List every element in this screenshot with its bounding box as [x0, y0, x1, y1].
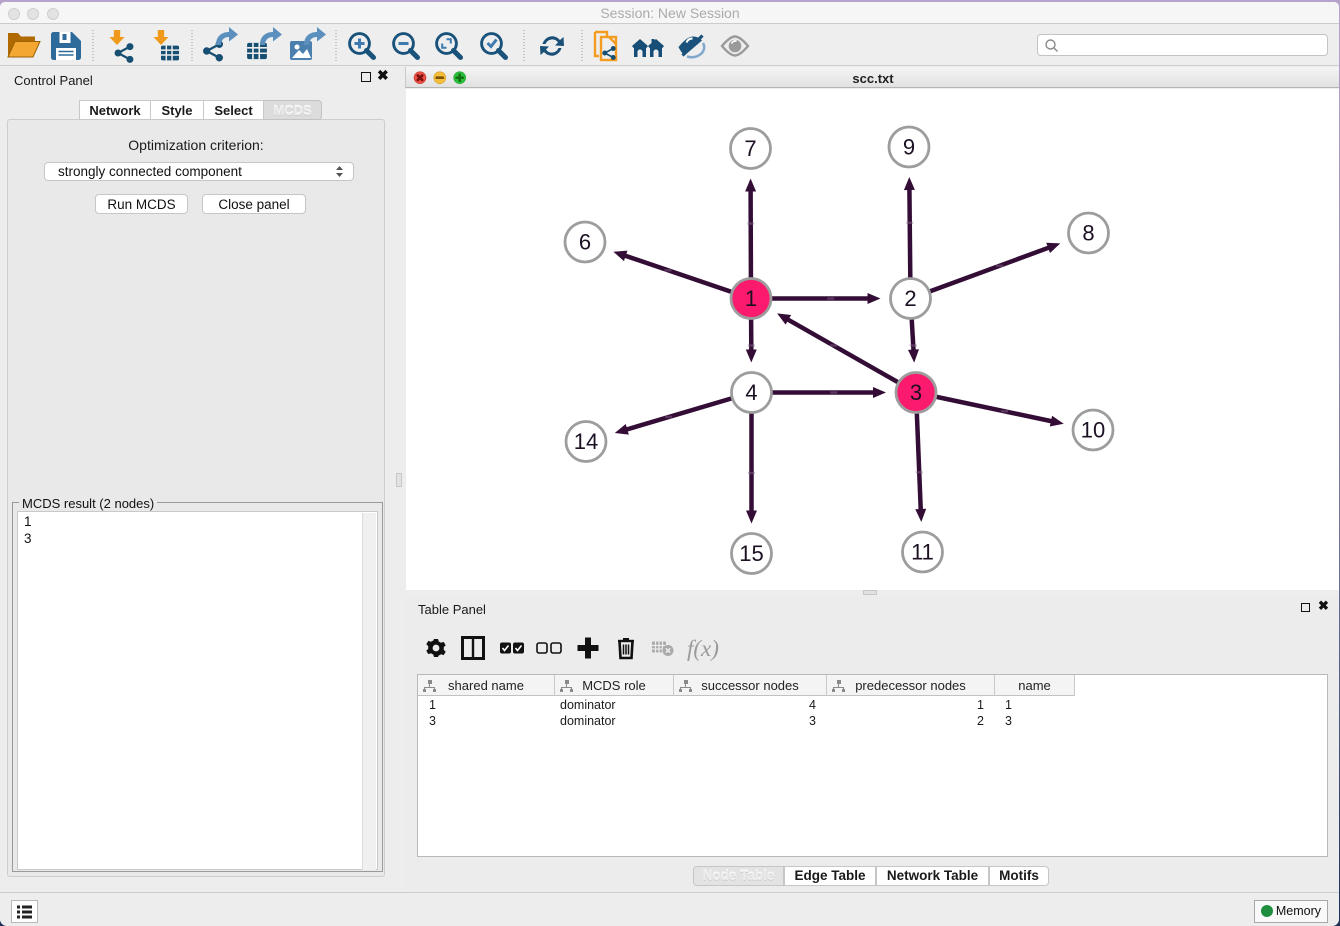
svg-text:2: 2 [904, 286, 916, 311]
svg-text:6: 6 [579, 230, 591, 255]
svg-text:4: 4 [745, 380, 757, 405]
svg-text:8: 8 [1082, 221, 1094, 246]
svg-text:9: 9 [903, 135, 915, 160]
svg-text:f(x): f(x) [687, 636, 719, 661]
svg-text:7: 7 [744, 136, 756, 161]
svg-text:15: 15 [739, 541, 763, 566]
svg-text:3: 3 [910, 380, 922, 405]
svg-text:11: 11 [911, 540, 934, 565]
svg-text:10: 10 [1081, 418, 1105, 443]
svg-text:14: 14 [574, 429, 598, 454]
svg-text:1: 1 [745, 286, 757, 311]
